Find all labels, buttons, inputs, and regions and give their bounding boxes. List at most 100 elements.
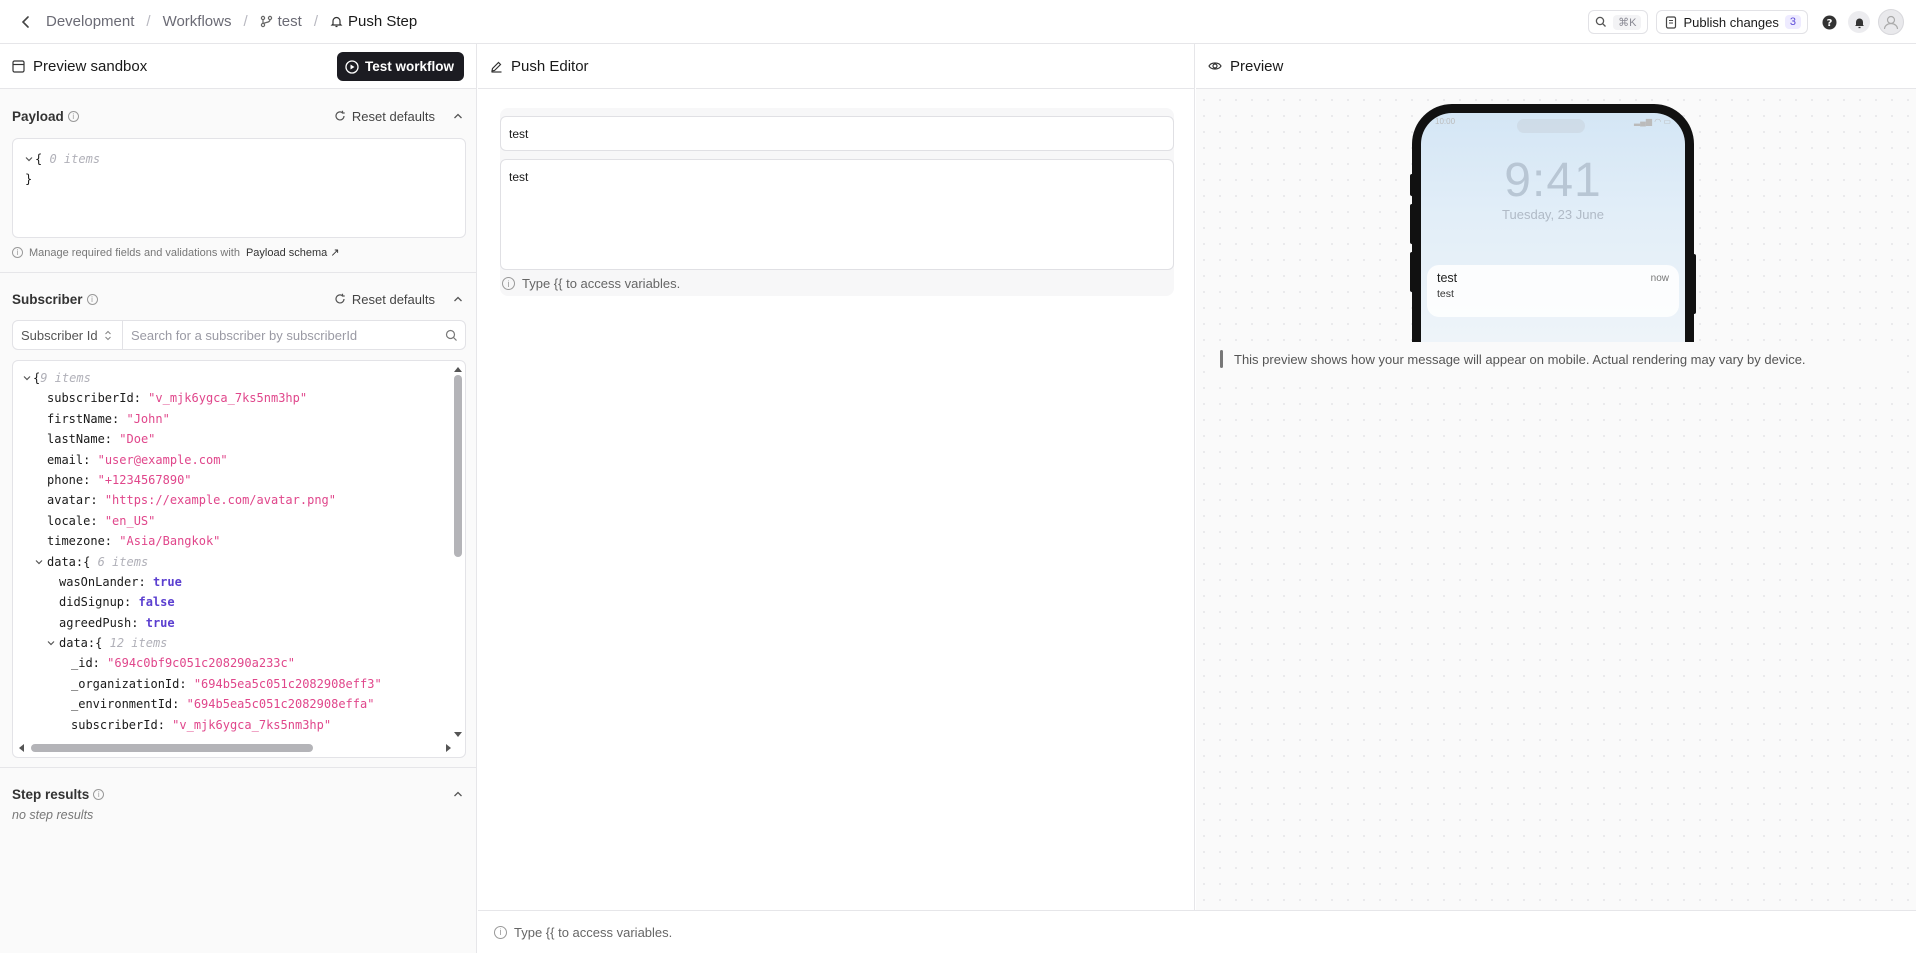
json-key: phone: (47, 472, 91, 487)
chevron-up-icon[interactable] (453, 789, 463, 799)
json-row: locale: "en_US" (23, 511, 382, 531)
search-button[interactable]: ⌘K (1588, 10, 1649, 34)
scroll-left-arrow-icon (19, 744, 24, 752)
open-brace: { (95, 636, 103, 651)
help-icon[interactable]: ? (1818, 11, 1840, 33)
breadcrumb-separator: / (146, 13, 151, 30)
payload-schema-link[interactable]: Payload schema ↗ (246, 246, 340, 259)
lockscreen-date: Tuesday, 23 June (1502, 207, 1604, 222)
reset-icon (334, 293, 346, 305)
json-value: true (152, 574, 182, 589)
vertical-scrollbar[interactable] (453, 365, 463, 739)
preview-title: Preview (1230, 57, 1284, 75)
sandbox-title: Preview sandbox (33, 57, 148, 75)
breadcrumb-workflows[interactable]: Workflows (163, 13, 232, 30)
subscriber-json-editor[interactable]: {9 items subscriberId: "v_mjk6ygca_7ks5n… (12, 360, 466, 758)
notification-time: now (1650, 273, 1669, 284)
notification-body: test (1437, 288, 1454, 300)
chevron-updown-icon (104, 330, 112, 341)
breadcrumb-development[interactable]: Development (46, 13, 134, 30)
json-value: "v_mjk6ygca_7ks5nm3hp" (172, 717, 332, 732)
json-row: didSignup: false (23, 592, 382, 612)
json-value: "Doe" (119, 432, 156, 447)
preview-panel: Preview 10:00 ▂▄▆ ◠ ▭ 9:41 Tuesday, 23 J… (1196, 44, 1916, 910)
footer-variables-hint: i Type {{ to access variables. (494, 925, 672, 940)
json-value: true (145, 615, 175, 630)
subscriber-label: Subscriber (12, 291, 83, 307)
payload-section-header: Payload i Reset defaults (0, 106, 477, 126)
scroll-up-arrow-icon (454, 367, 462, 372)
chevron-down-icon[interactable] (25, 149, 35, 169)
sandbox-icon (12, 59, 25, 73)
push-body-textarea[interactable]: test (500, 159, 1174, 270)
subscriber-root-line: {9 items (23, 368, 382, 388)
horizontal-scrollbar-thumb[interactable] (31, 744, 313, 752)
json-row: avatar: "https://example.com/avatar.png" (23, 490, 382, 510)
json-key: firstName: (47, 411, 120, 426)
payload-close-line: } (25, 169, 465, 189)
push-notification-preview: test now test (1427, 265, 1679, 317)
user-avatar[interactable] (1878, 9, 1904, 35)
publish-changes-count: 3 (1784, 15, 1801, 29)
subscriber-item-count: 9 items (40, 371, 91, 385)
json-row: phone: "+1234567890" (23, 470, 382, 490)
json-key: _environmentId: (71, 697, 180, 712)
search-icon (1595, 16, 1607, 28)
preview-sandbox-panel: Preview sandbox Test workflow Payload i … (0, 44, 477, 953)
eye-icon (1208, 60, 1222, 72)
json-value: "694c0bf9c051c208290a233c" (107, 656, 295, 671)
push-subject-input[interactable]: test (500, 116, 1174, 151)
payload-schema-note: i Manage required fields and validations… (0, 246, 340, 259)
back-arrow-icon[interactable] (16, 12, 36, 32)
payload-note-text: Manage required fields and validations w… (29, 246, 240, 259)
payload-item-count: 0 items (49, 152, 101, 166)
preview-disclaimer: This preview shows how your message will… (1214, 344, 1904, 374)
chevron-up-icon[interactable] (453, 294, 463, 304)
horizontal-scrollbar[interactable] (17, 743, 453, 753)
json-key: locale: (47, 513, 98, 528)
notifications-bell-icon[interactable] (1848, 11, 1870, 33)
payload-reset-label: Reset defaults (351, 108, 435, 124)
subscriber-search-input[interactable]: Search for a subscriber by subscriberId (123, 321, 465, 349)
json-value: "https://example.com/avatar.png" (104, 493, 336, 508)
footer-variables-hint-text: Type {{ to access variables. (514, 924, 673, 940)
open-brace: { (83, 554, 91, 569)
json-row: subscriberId: "v_mjk6ygca_7ks5nm3hp" (23, 715, 382, 735)
subscriber-reset-defaults-button[interactable]: Reset defaults (334, 292, 435, 307)
vertical-scrollbar-thumb[interactable] (454, 375, 462, 557)
dynamic-island (1517, 119, 1585, 133)
chevron-down-icon[interactable] (23, 368, 33, 388)
json-value: false (138, 595, 175, 610)
breadcrumb-current-step: Push Step (348, 13, 418, 30)
json-row: lastName: "Doe" (23, 429, 382, 449)
chevron-down-icon[interactable] (47, 633, 59, 653)
chevron-up-icon[interactable] (453, 111, 463, 121)
json-key: subscriberId: (47, 391, 141, 406)
subscriber-reset-label: Reset defaults (351, 291, 435, 307)
json-key: didSignup: (59, 595, 132, 610)
json-row: _environmentId: "694b5ea5c051c2082908eff… (23, 694, 382, 714)
breadcrumb-separator: / (243, 13, 248, 30)
edit-icon (490, 60, 503, 73)
phone-status-time: 10:00 (1435, 117, 1456, 126)
subscriber-field-select[interactable]: Subscriber Id (13, 321, 123, 349)
json-value: "Asia/Bangkok" (119, 534, 221, 549)
test-workflow-button[interactable]: Test workflow (336, 52, 464, 81)
json-key: data: (59, 636, 96, 651)
json-value: "v_mjk6ygca_7ks5nm3hp" (148, 391, 308, 406)
json-key: timezone: (47, 534, 113, 549)
json-row: subscriberId: "v_mjk6ygca_7ks5nm3hp" (23, 388, 382, 408)
breadcrumb-workflow-test[interactable]: test (278, 13, 302, 30)
play-icon (345, 59, 359, 74)
payload-close-brace: } (25, 172, 33, 187)
payload-json-editor[interactable]: { 0 items } (12, 138, 466, 238)
breadcrumb-separator: / (313, 13, 318, 30)
step-results-label: Step results (12, 786, 90, 802)
variables-hint: i Type {{ to access variables. (502, 276, 680, 291)
payload-reset-defaults-button[interactable]: Reset defaults (334, 109, 435, 124)
publish-changes-label: Publish changes (1683, 14, 1779, 30)
divider (0, 767, 477, 768)
subscriber-search-placeholder: Search for a subscriber by subscriberId (131, 327, 358, 343)
chevron-down-icon[interactable] (35, 552, 47, 572)
publish-changes-button[interactable]: Publish changes 3 (1656, 10, 1808, 34)
